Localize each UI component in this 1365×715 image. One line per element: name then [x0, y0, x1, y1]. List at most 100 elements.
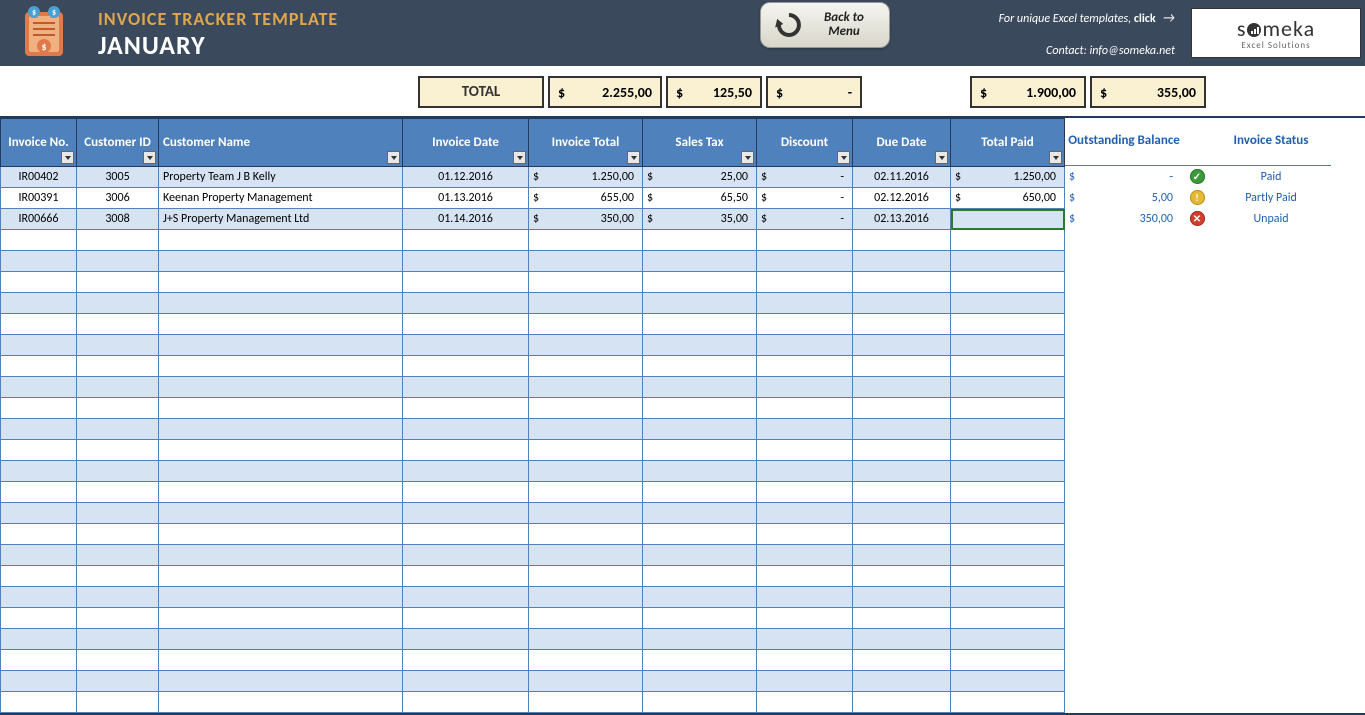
filter-dropdown-icon[interactable] [935, 151, 948, 164]
table-row[interactable] [1, 503, 1065, 524]
table-row[interactable] [1, 650, 1065, 671]
cell[interactable]: $- [757, 188, 853, 209]
table-row[interactable] [1, 419, 1065, 440]
cell-customer-id[interactable]: 3008 [77, 209, 159, 230]
cell-invoice-no[interactable]: IR00666 [1, 209, 77, 230]
cell[interactable]: $65,50 [643, 188, 757, 209]
cell-due-date[interactable]: 02.11.2016 [853, 167, 951, 188]
cell-invoice-no[interactable]: IR00402 [1, 167, 77, 188]
invoice-table[interactable]: Invoice No. Customer ID Customer Name In… [0, 118, 1065, 713]
status-row [1065, 313, 1331, 334]
cell[interactable]: $1.250,00 [529, 167, 643, 188]
total-invoice: $2.255,00 [548, 76, 662, 108]
table-row[interactable] [1, 377, 1065, 398]
col-status: Invoice Status [1211, 118, 1331, 165]
cell-customer-id[interactable]: 3005 [77, 167, 159, 188]
cell[interactable]: $35,00 [643, 209, 757, 230]
table-row[interactable] [1, 566, 1065, 587]
table-row[interactable]: IR00666 3008 J+S Property Management Ltd… [1, 209, 1065, 230]
cell-customer-name[interactable]: Keenan Property Management [159, 188, 403, 209]
app-icon: $ $ $ [0, 0, 88, 66]
cell[interactable]: $- [757, 209, 853, 230]
cell[interactable] [951, 209, 1065, 230]
table-row[interactable] [1, 671, 1065, 692]
templates-promo[interactable]: For unique Excel templates, click → [999, 9, 1175, 26]
someka-logo[interactable]: ssomekameka Excel Solutions [1191, 8, 1361, 58]
cell-customer-name[interactable]: Property Team J B Kelly [159, 167, 403, 188]
col-customer-name[interactable]: Customer Name [159, 119, 403, 167]
table-row[interactable] [1, 461, 1065, 482]
col-sales-tax[interactable]: Sales Tax [643, 119, 757, 167]
cell[interactable]: $650,00 [951, 188, 1065, 209]
col-total-paid[interactable]: Total Paid [951, 119, 1065, 167]
cell-customer-id[interactable]: 3006 [77, 188, 159, 209]
col-invoice-no[interactable]: Invoice No. [1, 119, 77, 167]
total-outstanding: $355,00 [1090, 76, 1206, 108]
filter-dropdown-icon[interactable] [741, 151, 754, 164]
status-row [1065, 397, 1331, 418]
col-due-date[interactable]: Due Date [853, 119, 951, 167]
table-row[interactable] [1, 314, 1065, 335]
col-invoice-total[interactable]: Invoice Total [529, 119, 643, 167]
svg-text:$: $ [41, 40, 46, 53]
table-row[interactable] [1, 251, 1065, 272]
col-customer-id[interactable]: Customer ID [77, 119, 159, 167]
status-row [1065, 670, 1331, 691]
filter-dropdown-icon[interactable] [513, 151, 526, 164]
status-row [1065, 439, 1331, 460]
data-grid: Invoice No. Customer ID Customer Name In… [0, 116, 1365, 715]
col-invoice-date[interactable]: Invoice Date [403, 119, 529, 167]
table-row[interactable] [1, 692, 1065, 713]
table-row[interactable]: IR00391 3006 Keenan Property Management … [1, 188, 1065, 209]
table-row[interactable] [1, 629, 1065, 650]
col-discount[interactable]: Discount [757, 119, 853, 167]
table-row[interactable] [1, 482, 1065, 503]
table-row[interactable] [1, 335, 1065, 356]
status-row [1065, 628, 1331, 649]
cell-invoice-date[interactable]: 01.12.2016 [403, 167, 529, 188]
cell[interactable]: $655,00 [529, 188, 643, 209]
filter-dropdown-icon[interactable] [387, 151, 400, 164]
table-row[interactable] [1, 545, 1065, 566]
status-icon: ✕ [1190, 211, 1205, 226]
cell[interactable]: $1.250,00 [951, 167, 1065, 188]
status-row [1065, 691, 1331, 712]
status-row [1065, 460, 1331, 481]
cell-invoice-date[interactable]: 01.14.2016 [403, 209, 529, 230]
header-right-info: For unique Excel templates, click → Cont… [999, 0, 1175, 66]
filter-dropdown-icon[interactable] [1049, 151, 1062, 164]
filter-dropdown-icon[interactable] [837, 151, 850, 164]
filter-dropdown-icon[interactable] [627, 151, 640, 164]
table-row[interactable] [1, 524, 1065, 545]
cell-due-date[interactable]: 02.13.2016 [853, 209, 951, 230]
app-header: $ $ $ INVOICE TRACKER TEMPLATE JANUARY B… [0, 0, 1365, 66]
table-row[interactable]: IR00402 3005 Property Team J B Kelly 01.… [1, 167, 1065, 188]
cell-invoice-no[interactable]: IR00391 [1, 188, 77, 209]
cell[interactable]: $- [757, 167, 853, 188]
cell-due-date[interactable]: 02.12.2016 [853, 188, 951, 209]
status-row [1065, 376, 1331, 397]
table-row[interactable] [1, 398, 1065, 419]
cell[interactable]: $25,00 [643, 167, 757, 188]
status-row [1065, 586, 1331, 607]
status-panel: Outstanding Balance Invoice Status $- ✓ … [1065, 118, 1331, 713]
status-icon: ✓ [1190, 169, 1205, 184]
table-row[interactable] [1, 587, 1065, 608]
svg-text:$: $ [32, 8, 36, 18]
filter-dropdown-icon[interactable] [61, 151, 74, 164]
cell-customer-name[interactable]: J+S Property Management Ltd [159, 209, 403, 230]
table-row[interactable] [1, 230, 1065, 251]
table-row[interactable] [1, 293, 1065, 314]
cell-invoice-date[interactable]: 01.13.2016 [403, 188, 529, 209]
status-row [1065, 544, 1331, 565]
table-row[interactable] [1, 440, 1065, 461]
table-row[interactable] [1, 272, 1065, 293]
filter-dropdown-icon[interactable] [143, 151, 156, 164]
total-tax: $125,50 [666, 76, 762, 108]
cell[interactable]: $350,00 [529, 209, 643, 230]
table-row[interactable] [1, 356, 1065, 377]
arrow-right-icon: → [1162, 9, 1175, 26]
back-to-menu-button[interactable]: Back to Menu [760, 2, 890, 48]
status-row: $350,00 ✕ Unpaid [1065, 208, 1331, 229]
table-row[interactable] [1, 608, 1065, 629]
